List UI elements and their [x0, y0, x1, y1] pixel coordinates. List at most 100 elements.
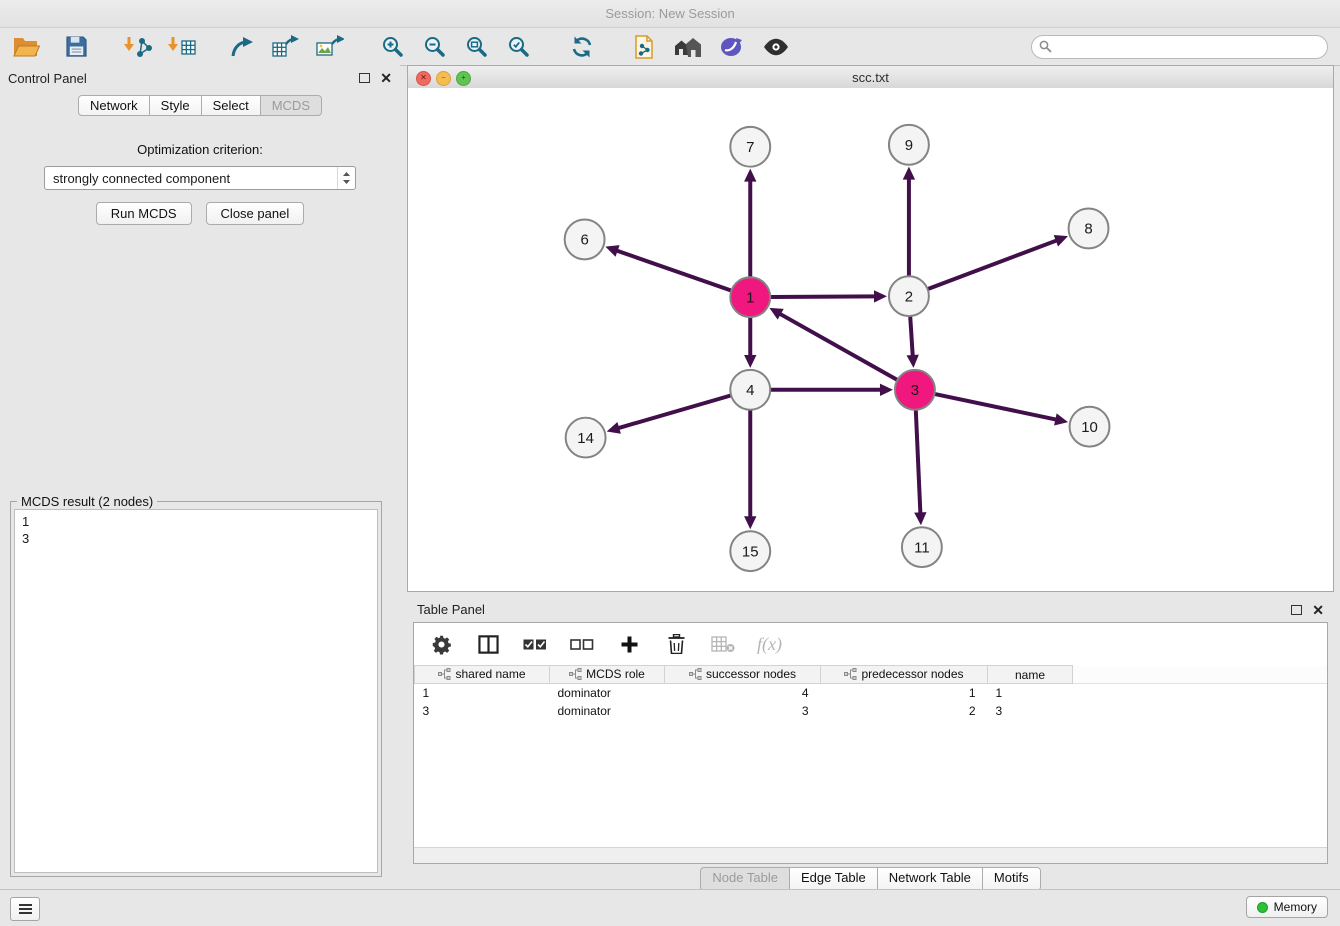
graph-edge-3-11[interactable] — [916, 410, 921, 515]
window-minimize-icon[interactable]: − — [436, 71, 451, 86]
network-window-title: scc.txt — [852, 70, 889, 85]
graph-node-4[interactable]: 4 — [730, 370, 770, 410]
search-box[interactable] — [1031, 35, 1328, 59]
window-zoom-icon[interactable]: + — [456, 71, 471, 86]
first-neighbors-icon[interactable] — [628, 32, 660, 62]
graph-node-6[interactable]: 6 — [565, 219, 605, 259]
tab-network[interactable]: Network — [78, 95, 150, 116]
graph-node-14[interactable]: 14 — [566, 418, 606, 458]
deselect-all-icon[interactable] — [569, 631, 595, 657]
close-panel-icon[interactable]: ✕ — [380, 71, 392, 85]
column-header-successor-nodes[interactable]: successor nodes — [665, 666, 821, 684]
export-table-icon[interactable] — [270, 32, 302, 62]
graph-edge-arrow — [744, 355, 756, 368]
column-header-predecessor-nodes[interactable]: predecessor nodes — [821, 666, 988, 684]
table-settings-gear-icon[interactable] — [428, 631, 454, 657]
style-paint-icon[interactable] — [716, 32, 748, 62]
run-mcds-button[interactable]: Run MCDS — [96, 202, 192, 225]
float-table-panel-icon[interactable] — [1291, 605, 1302, 615]
mcds-result-box: MCDS result (2 nodes) 13 — [10, 501, 382, 877]
table-panel-body: f(x) shared name MCDS role success — [413, 622, 1328, 864]
import-network-icon[interactable] — [122, 32, 154, 62]
search-input[interactable] — [1057, 37, 1327, 57]
graph-edge-3-1[interactable] — [779, 313, 898, 380]
graph-edge-arrow — [880, 384, 893, 396]
export-image-icon[interactable] — [314, 32, 346, 62]
table-row[interactable]: 1dominator411 — [415, 684, 1328, 703]
search-icon — [1039, 40, 1052, 53]
graph-node-15[interactable]: 15 — [730, 531, 770, 571]
table-cell[interactable]: 1 — [988, 684, 1073, 703]
graph-edge-2-8[interactable] — [928, 240, 1058, 289]
column-header-shared-name[interactable]: shared name — [415, 666, 550, 684]
zoom-out-icon[interactable] — [418, 32, 450, 62]
table-toolbar: f(x) — [414, 623, 1327, 665]
node-table: shared name MCDS role successor nodes pr… — [414, 665, 1327, 720]
tab-style[interactable]: Style — [149, 95, 202, 116]
graph-node-9[interactable]: 9 — [889, 125, 929, 165]
table-cell[interactable]: 1 — [415, 684, 550, 703]
graph-edge-arrow — [744, 169, 756, 182]
tab-motifs[interactable]: Motifs — [982, 867, 1041, 891]
graph-edge-2-3[interactable] — [910, 316, 913, 357]
table-cell[interactable]: dominator — [550, 684, 665, 703]
export-network-icon[interactable] — [226, 32, 258, 62]
apply-layout-icon[interactable] — [566, 32, 598, 62]
close-table-panel-icon[interactable]: ✕ — [1312, 603, 1324, 617]
graph-edge-1-2[interactable] — [770, 296, 876, 297]
table-cell[interactable]: 3 — [415, 702, 550, 720]
graph-node-8[interactable]: 8 — [1069, 209, 1109, 249]
table-cell[interactable]: 4 — [665, 684, 821, 703]
graph-edge-4-14[interactable] — [617, 395, 731, 428]
graph-edge-3-10[interactable] — [934, 394, 1057, 420]
table-row[interactable]: 3dominator323 — [415, 702, 1328, 720]
network-overview-icon[interactable] — [672, 32, 704, 62]
open-session-icon[interactable] — [10, 32, 42, 62]
graph-node-3[interactable]: 3 — [895, 370, 935, 410]
delete-column-trash-icon[interactable] — [663, 631, 689, 657]
criterion-value: strongly connected component — [45, 171, 337, 186]
column-header-mcds-role[interactable]: MCDS role — [550, 666, 665, 684]
tab-select[interactable]: Select — [201, 95, 261, 116]
tab-mcds[interactable]: MCDS — [260, 95, 322, 116]
graph-node-2[interactable]: 2 — [889, 276, 929, 316]
graph-node-10[interactable]: 10 — [1070, 407, 1110, 447]
graph-node-11[interactable]: 11 — [902, 527, 942, 567]
import-table-icon[interactable] — [166, 32, 198, 62]
network-window-titlebar[interactable]: ✕ − + scc.txt — [408, 66, 1333, 89]
criterion-dropdown[interactable]: strongly connected component — [44, 166, 356, 190]
zoom-fit-icon[interactable] — [460, 32, 492, 62]
table-cell[interactable]: 3 — [665, 702, 821, 720]
close-panel-button[interactable]: Close panel — [206, 202, 305, 225]
graph-edge-1-6[interactable] — [616, 250, 732, 290]
mcds-result-list[interactable]: 13 — [14, 509, 378, 873]
zoom-in-icon[interactable] — [376, 32, 408, 62]
tab-network-table[interactable]: Network Table — [877, 867, 983, 891]
show-columns-icon[interactable] — [475, 631, 501, 657]
select-all-icon[interactable] — [522, 631, 548, 657]
table-cell[interactable]: 3 — [988, 702, 1073, 720]
show-details-eye-icon[interactable] — [760, 32, 792, 62]
tab-edge-table[interactable]: Edge Table — [789, 867, 878, 891]
column-type-icon — [689, 668, 702, 680]
network-canvas[interactable]: 7 9 6 8 1 2 4 3 14 10 15 11 — [408, 88, 1333, 591]
memory-button[interactable]: Memory — [1246, 896, 1328, 918]
zoom-selected-icon[interactable] — [502, 32, 534, 62]
table-cell[interactable]: 1 — [821, 684, 988, 703]
tab-node-table[interactable]: Node Table — [700, 867, 790, 891]
status-bar: Memory — [0, 889, 1340, 926]
graph-edge-arrow — [605, 245, 619, 257]
table-cell[interactable]: dominator — [550, 702, 665, 720]
window-close-icon[interactable]: ✕ — [416, 71, 431, 86]
table-cell[interactable]: 2 — [821, 702, 988, 720]
graph-node-1[interactable]: 1 — [730, 277, 770, 317]
table-horizontal-scrollbar[interactable] — [414, 847, 1327, 863]
save-session-icon[interactable] — [60, 32, 92, 62]
create-column-plus-icon[interactable] — [616, 631, 642, 657]
task-history-button[interactable] — [10, 897, 40, 921]
network-graph[interactable]: 7 9 6 8 1 2 4 3 14 10 15 11 — [408, 88, 1333, 591]
graph-node-7[interactable]: 7 — [730, 127, 770, 167]
column-header-name[interactable]: name — [988, 666, 1073, 684]
svg-text:3: 3 — [911, 382, 919, 399]
float-panel-icon[interactable] — [359, 73, 370, 83]
